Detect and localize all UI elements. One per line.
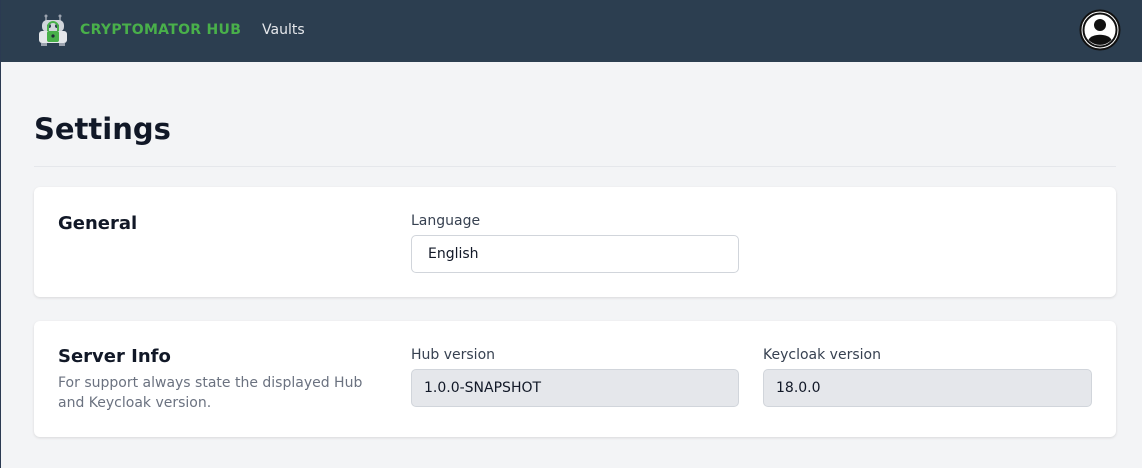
language-select[interactable]: English: [411, 235, 739, 273]
server-info-description: For support always state the displayed H…: [58, 375, 363, 411]
language-label: Language: [411, 213, 481, 229]
cryptomator-logo-icon[interactable]: [35, 12, 71, 48]
keycloak-version-field: 18.0.0: [763, 369, 1092, 407]
general-title: General: [58, 213, 138, 234]
server-info-title: Server Info: [58, 346, 171, 367]
keycloak-version-label: Keycloak version: [763, 347, 881, 363]
nav-link-vaults[interactable]: Vaults: [262, 21, 305, 39]
hub-version-field: 1.0.0-SNAPSHOT: [411, 369, 739, 407]
brand-name[interactable]: CRYPTOMATOR HUB: [80, 21, 241, 39]
server-info-card: Server Info For support always state the…: [34, 321, 1116, 437]
top-navbar: CRYPTOMATOR HUB Vaults: [1, 0, 1142, 62]
hub-version-label: Hub version: [411, 347, 496, 363]
page-title: Settings: [34, 112, 171, 146]
general-card: General Language English: [34, 187, 1116, 297]
user-profile-icon[interactable]: [1079, 9, 1121, 51]
title-divider: [34, 166, 1116, 167]
